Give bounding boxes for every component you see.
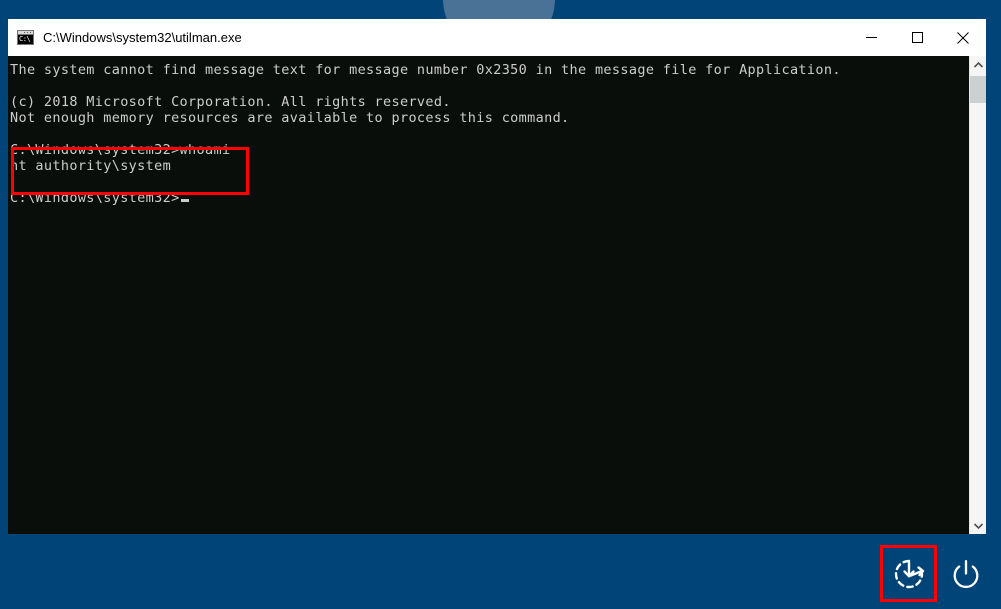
minimize-button[interactable]	[848, 19, 894, 56]
minimize-icon	[865, 37, 877, 38]
prompt-text: C:\Windows\system32>	[10, 190, 180, 206]
chevron-up-icon	[973, 61, 983, 68]
close-button[interactable]	[940, 19, 986, 56]
maximize-button[interactable]	[894, 19, 940, 56]
console-output-area[interactable]: The system cannot find message text for …	[8, 56, 969, 534]
console-line-whoami-command: C:\Windows\system32>whoami	[10, 142, 231, 158]
console-line-whoami-output: nt authority\system	[10, 158, 172, 174]
power-icon	[953, 559, 978, 588]
window-titlebar[interactable]: C:\ C:\Windows\system32\utilman.exe	[8, 19, 986, 56]
ease-of-access-button[interactable]	[880, 545, 937, 602]
window-title: C:\Windows\system32\utilman.exe	[43, 30, 242, 45]
console-line: (c) 2018 Microsoft Corporation. All righ…	[10, 94, 451, 110]
window-controls	[848, 19, 986, 56]
scrollbar-down-button[interactable]	[970, 517, 986, 534]
login-corner-buttons	[880, 545, 994, 602]
console-line: The system cannot find message text for …	[10, 62, 841, 78]
text-cursor	[180, 199, 189, 202]
chevron-down-icon	[973, 522, 983, 529]
console-scrollbar[interactable]	[969, 56, 986, 534]
ease-of-access-icon	[894, 559, 924, 588]
cmd-icon-text: C:\	[18, 35, 33, 44]
close-icon	[957, 31, 969, 44]
console-line: Not enough memory resources are availabl…	[10, 110, 570, 126]
maximize-icon	[911, 32, 923, 43]
cmd-console-icon: C:\	[17, 30, 34, 45]
command-prompt-window: C:\ C:\Windows\system32\utilman.exe The …	[0, 19, 986, 534]
power-button[interactable]	[937, 545, 994, 602]
scrollbar-up-button[interactable]	[970, 56, 986, 73]
console-line-prompt: C:\Windows\system32>	[10, 190, 969, 206]
scrollbar-thumb[interactable]	[970, 76, 986, 103]
